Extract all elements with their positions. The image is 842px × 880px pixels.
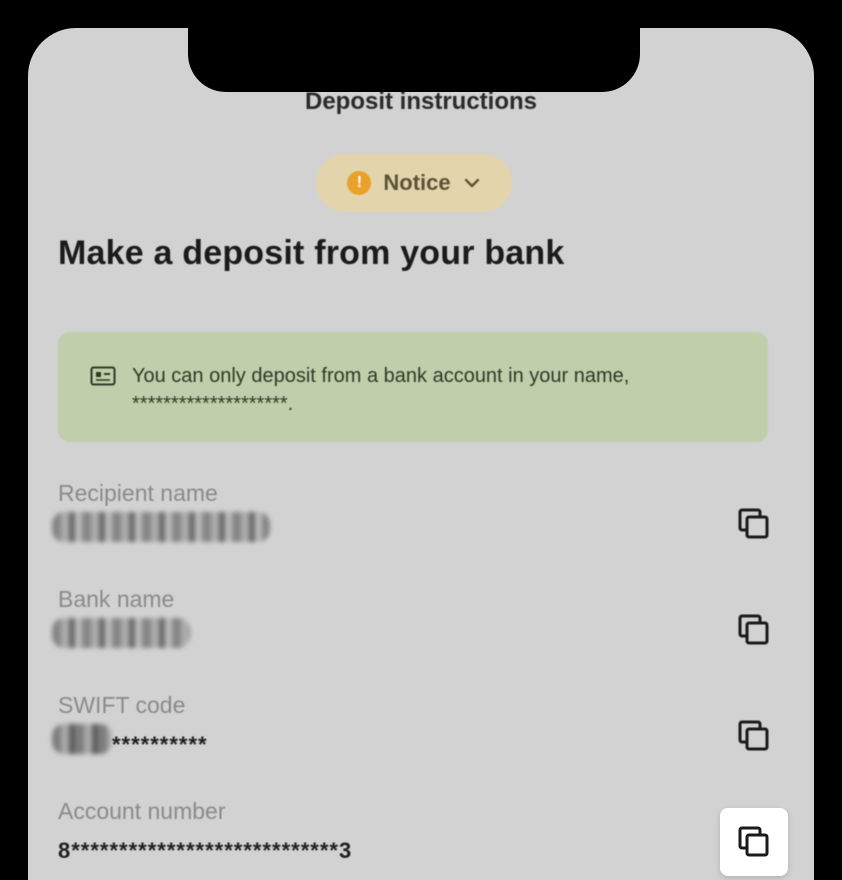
recipient-name-value-redacted (52, 512, 270, 542)
bank-name-value-redacted (52, 618, 190, 648)
page-title: Deposit instructions (304, 88, 538, 115)
id-card-icon (90, 366, 116, 386)
copy-icon (738, 720, 769, 751)
copy-swift-code-button[interactable] (720, 702, 788, 770)
recipient-name-label: Recipient name (58, 480, 218, 506)
notice-label: Notice (383, 170, 451, 195)
device-notch (188, 28, 640, 92)
account-number-label: Account number (58, 798, 226, 824)
copy-icon (738, 508, 769, 539)
bank-name-field: Bank name (52, 586, 788, 676)
copy-bank-name-button[interactable] (720, 596, 788, 664)
phone-frame: Deposit instructions ! Notice Make a dep… (0, 0, 842, 880)
account-number-value: 8****************************3 (58, 838, 353, 863)
deposit-heading: Make a deposit from your bank (58, 234, 565, 272)
banner-text: You can only deposit from a bank account… (132, 362, 629, 418)
copy-account-number-button[interactable] (720, 808, 788, 876)
notice-dropdown[interactable]: ! Notice (316, 154, 512, 212)
chevron-down-icon (463, 174, 481, 192)
copy-icon (738, 614, 769, 645)
recipient-name-field: Recipient name (52, 480, 788, 570)
swift-code-prefix-redacted (52, 724, 112, 754)
copy-icon (738, 826, 769, 857)
banner-line-1: You can only deposit from a bank account… (132, 365, 630, 387)
copy-recipient-name-button[interactable] (720, 490, 788, 558)
warning-icon: ! (347, 171, 372, 195)
swift-code-field: SWIFT code ********** (52, 692, 788, 782)
banner-line-2: ********************. (132, 393, 294, 415)
bank-name-label: Bank name (58, 586, 175, 612)
account-number-field: Account number 8************************… (58, 798, 788, 880)
app-screen: Deposit instructions ! Notice Make a dep… (28, 28, 814, 880)
swift-code-label: SWIFT code (58, 692, 186, 718)
name-requirement-banner: You can only deposit from a bank account… (58, 332, 768, 442)
swift-code-value: ********** (112, 732, 208, 757)
